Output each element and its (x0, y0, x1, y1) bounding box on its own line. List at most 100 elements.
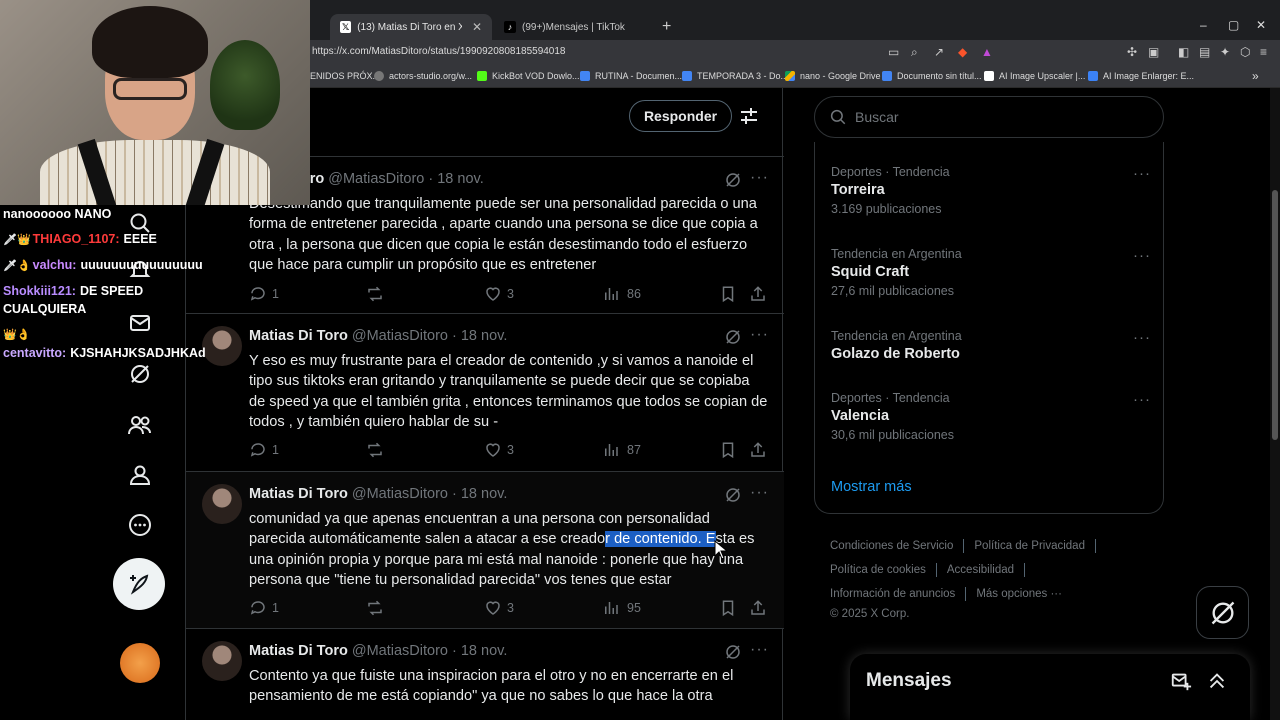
bookmark-action[interactable] (719, 599, 737, 617)
tab-search-icon[interactable]: ▣ (1148, 45, 1159, 59)
tweet-date[interactable]: · 18 nov. (452, 486, 507, 502)
share-action[interactable] (749, 441, 767, 459)
compose-post-button[interactable] (113, 558, 165, 610)
author-name[interactable]: Matias Di Toro (249, 486, 348, 502)
more-icon[interactable]: ··· (1133, 329, 1151, 346)
brave-rewards-icon[interactable]: ▲ (981, 45, 993, 59)
privacy-link[interactable]: Política de Privacidad (974, 540, 1085, 552)
accessibility-link[interactable]: Accesibilidad (947, 564, 1014, 576)
author-handle[interactable]: @MatiasDitoro (352, 486, 448, 502)
bookmark-item[interactable]: actors-studio.org/w... (374, 71, 472, 81)
repost-action[interactable] (366, 285, 384, 303)
tweet[interactable]: Matias Di Toro @MatiasDitoro · 18 nov. ·… (186, 314, 784, 472)
trend-item[interactable]: Tendencia en Argentina Squid Craft 27,6 … (831, 247, 1151, 298)
bookmark-item[interactable]: TEMPORADA 3 - Do... (682, 71, 788, 81)
repost-action[interactable] (366, 599, 384, 617)
author-name[interactable]: Matias Di Toro (249, 328, 348, 344)
author-handle[interactable]: @MatiasDitoro (352, 643, 448, 659)
search-input[interactable]: Buscar (814, 96, 1164, 138)
cookies-link[interactable]: Política de cookies (830, 564, 926, 576)
views-action[interactable]: 95 (602, 599, 641, 617)
author-name[interactable]: Matias Di Toro (249, 643, 348, 659)
bookmarks-overflow-button[interactable]: » (1252, 69, 1259, 83)
install-app-icon[interactable]: ▭ (888, 45, 899, 59)
communities-icon[interactable] (127, 412, 153, 438)
tweet[interactable]: Matias Di Toro @MatiasDitoro · 18 nov. ·… (186, 629, 784, 720)
reply-button[interactable]: Responder (629, 100, 732, 132)
more-icon[interactable]: ··· (750, 641, 769, 659)
wallet-icon[interactable]: ▤ (1199, 45, 1210, 59)
tab-tiktok[interactable]: ♪ (99+)Mensajes | TikTok (494, 14, 654, 40)
bookmark-item[interactable]: AI Image Enlarger: E... (1088, 71, 1194, 81)
tweet-date[interactable]: · 18 nov. (428, 171, 483, 187)
author-handle[interactable]: @MatiasDitoro (352, 328, 448, 344)
grok-floating-button[interactable] (1196, 586, 1249, 639)
more-icon[interactable]: ··· (1133, 391, 1151, 408)
brave-shield-icon[interactable]: ◆ (958, 45, 967, 59)
tweet-date[interactable]: · 18 nov. (452, 328, 507, 344)
author-avatar[interactable] (202, 641, 242, 681)
grok-explain-icon[interactable] (724, 486, 742, 509)
page-scrollbar[interactable] (1270, 88, 1280, 720)
expand-up-icon[interactable] (1206, 670, 1228, 697)
share-icon[interactable]: ↗ (934, 45, 944, 59)
reply-action[interactable]: 1 (249, 441, 279, 459)
bookmark-item[interactable]: Documento sin títul... (882, 71, 982, 81)
maximize-button[interactable]: ▢ (1228, 18, 1239, 32)
zoom-icon[interactable]: ⌕ (911, 45, 918, 60)
more-icon[interactable]: ··· (750, 326, 769, 344)
more-options-link[interactable]: Más opciones ··· (976, 588, 1062, 600)
tweet[interactable]: Matias Di Toro @MatiasDitoro · 18 nov. ·… (186, 472, 784, 629)
like-action[interactable]: 3 (484, 285, 514, 303)
account-avatar[interactable] (120, 643, 160, 683)
close-window-button[interactable]: ✕ (1256, 18, 1266, 32)
leo-ai-icon[interactable]: ✦ (1220, 45, 1230, 59)
bookmark-item[interactable]: nano - Google Drive (785, 71, 881, 81)
menu-icon[interactable]: ≡ (1260, 45, 1267, 59)
share-action[interactable] (749, 285, 767, 303)
more-icon[interactable]: ··· (1133, 165, 1151, 182)
reply-action[interactable]: 1 (249, 285, 279, 303)
like-action[interactable]: 3 (484, 599, 514, 617)
profile-icon[interactable] (127, 462, 153, 488)
author-handle[interactable]: @MatiasDitoro (328, 171, 424, 187)
trend-item[interactable]: Deportes · Tendencia Torreira 3.169 publ… (831, 165, 1151, 216)
bookmark-item[interactable]: AI Image Upscaler |... (984, 71, 1085, 81)
tweet-date[interactable]: · 18 nov. (452, 643, 507, 659)
new-message-icon[interactable] (1170, 670, 1192, 697)
minimize-button[interactable]: – (1200, 18, 1207, 32)
extensions-icon[interactable]: ✣ (1127, 45, 1137, 59)
vpn-icon[interactable]: ⬡ (1240, 45, 1250, 59)
show-more-link[interactable]: Mostrar más (831, 479, 912, 495)
grok-explain-icon[interactable] (724, 643, 742, 666)
close-tab-icon[interactable]: ✕ (472, 20, 482, 34)
share-action[interactable] (749, 599, 767, 617)
trend-item[interactable]: Tendencia en Argentina Golazo de Roberto… (831, 329, 1151, 362)
ads-info-link[interactable]: Información de anuncios (830, 588, 955, 600)
more-icon[interactable]: ··· (750, 169, 769, 187)
bookmark-action[interactable] (719, 285, 737, 303)
more-icon[interactable]: ··· (1133, 247, 1151, 264)
more-options-icon[interactable] (127, 512, 153, 538)
author-avatar[interactable] (202, 484, 242, 524)
reply-settings-icon[interactable] (739, 106, 759, 131)
bookmark-action[interactable] (719, 441, 737, 459)
grok-explain-icon[interactable] (724, 171, 742, 194)
views-action[interactable]: 87 (602, 441, 641, 459)
repost-action[interactable] (366, 441, 384, 459)
terms-link[interactable]: Condiciones de Servicio (830, 540, 953, 552)
new-tab-button[interactable]: + (662, 18, 671, 36)
sidebar-icon[interactable]: ◧ (1178, 45, 1189, 59)
tab-x-post[interactable]: 𝕏 (13) Matias Di Toro en X: "Me qu ✕ (330, 14, 492, 40)
bookmark-item[interactable]: RUTINA - Documen... (580, 71, 682, 81)
bookmark-item[interactable]: ENIDOS PRÓX... (310, 71, 380, 81)
trend-item[interactable]: Deportes · Tendencia Valencia 30,6 mil p… (831, 391, 1151, 442)
views-action[interactable]: 86 (602, 285, 641, 303)
reply-action[interactable]: 1 (249, 599, 279, 617)
like-action[interactable]: 3 (484, 441, 514, 459)
more-icon[interactable]: ··· (750, 484, 769, 502)
address-bar[interactable]: https://x.com/MatiasDitoro/status/199092… (312, 46, 566, 57)
scrollbar-thumb[interactable] (1272, 190, 1278, 440)
grok-explain-icon[interactable] (724, 328, 742, 351)
bookmark-item[interactable]: KickBot VOD Dowlo... (477, 71, 580, 81)
